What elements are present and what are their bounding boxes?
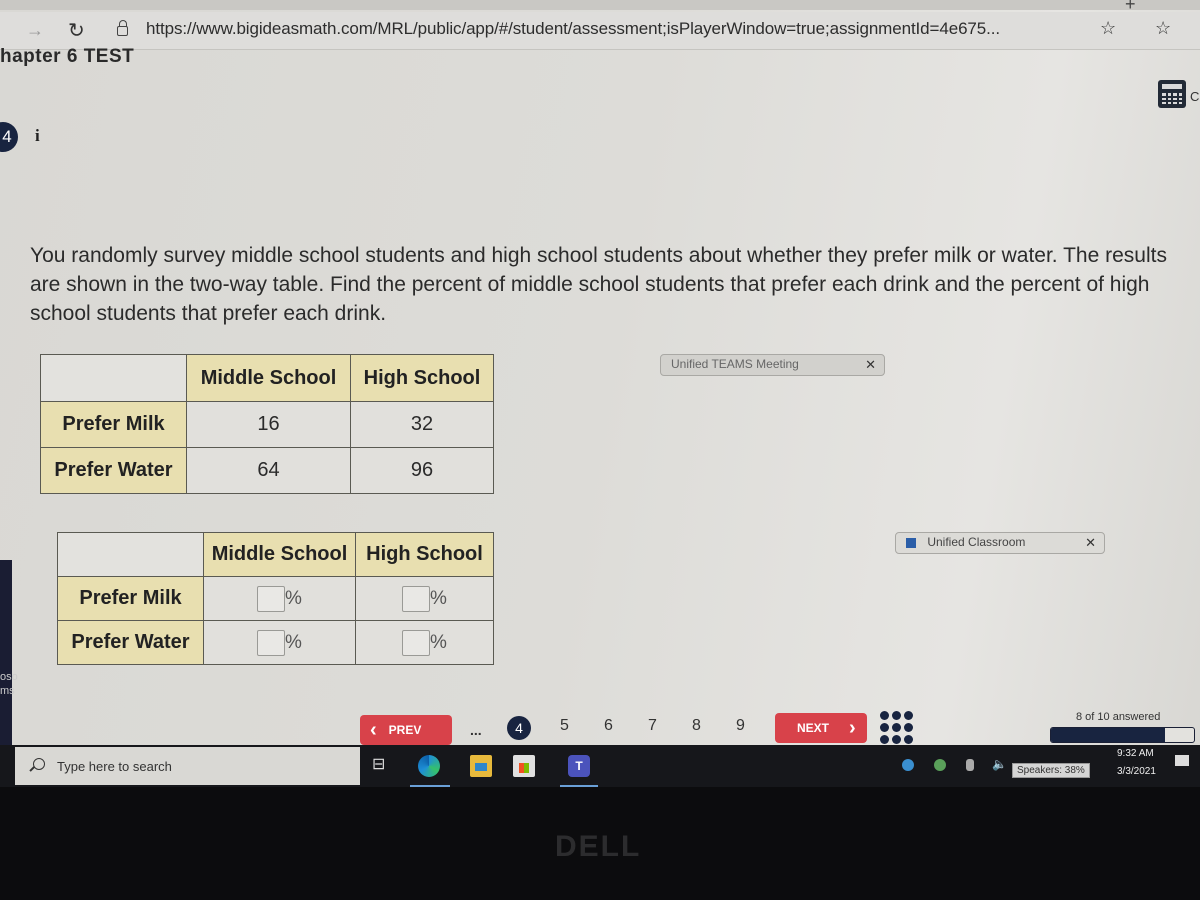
given-two-way-table: Middle School High School Prefer Milk 16… (40, 354, 494, 494)
clock-time[interactable]: 9:32 AM (1117, 748, 1154, 759)
task-view-icon[interactable]: ⊟ (372, 754, 394, 776)
percent-sign: % (285, 631, 302, 653)
percent-sign: % (285, 587, 302, 609)
table-corner-cell (40, 354, 187, 402)
search-placeholder: Type here to search (57, 758, 172, 774)
classroom-icon (906, 537, 916, 548)
milk-high-school-percent-input[interactable] (402, 585, 431, 612)
search-icon (33, 758, 45, 770)
row-header: Prefer Milk (57, 576, 204, 621)
water-high-school-percent-input[interactable] (402, 629, 431, 656)
table-cell: % (203, 576, 356, 621)
speakers-tooltip: Speakers: 38% (1012, 763, 1090, 778)
table-row: Prefer Milk % % (57, 576, 494, 621)
column-header: Middle School (186, 354, 351, 402)
table-row: Prefer Milk 16 32 (40, 401, 494, 448)
background-window-edge (0, 560, 12, 760)
percent-sign: % (430, 631, 447, 653)
row-header: Prefer Water (40, 447, 187, 494)
page-link[interactable]: 6 (604, 717, 613, 735)
forward-icon[interactable]: → (26, 20, 44, 41)
chevron-right-icon: › (849, 717, 856, 739)
close-icon[interactable]: ✕ (865, 357, 876, 373)
answered-count: 8 of 10 answered (1076, 711, 1161, 723)
url-field[interactable]: https://www.bigideasmath.com/MRL/public/… (146, 19, 1000, 39)
page-link[interactable]: 7 (648, 717, 657, 735)
table-corner-cell (57, 532, 204, 577)
table-cell: % (203, 620, 356, 665)
notification-icon[interactable] (1175, 755, 1189, 766)
file-explorer-icon[interactable] (470, 755, 492, 777)
tab-teams-meeting[interactable]: Unified TEAMS Meeting ✕ (660, 354, 885, 376)
calculator-icon[interactable] (1158, 80, 1186, 108)
column-header: High School (350, 354, 494, 402)
percent-sign: % (430, 587, 447, 609)
microphone-icon[interactable] (966, 759, 974, 771)
active-app-indicator (560, 785, 598, 787)
more-pages-ellipsis[interactable]: ... (470, 722, 482, 738)
page-link[interactable]: 8 (692, 717, 701, 735)
row-header: Prefer Milk (40, 401, 187, 448)
question-grid-menu-icon[interactable] (880, 711, 913, 744)
favorites-icon[interactable]: ☆ (1155, 18, 1171, 39)
row-header: Prefer Water (57, 620, 204, 665)
background-window-text: oso ms (0, 671, 18, 697)
milk-middle-school-percent-input[interactable] (257, 585, 286, 612)
speaker-icon[interactable]: 🔈 (992, 757, 1007, 771)
tab-strip: Unified TEAMS Meeting ✕ Unified Classroo… (0, 0, 1200, 554)
page-current[interactable]: 4 (507, 716, 531, 740)
column-header: High School (355, 532, 494, 577)
page-link[interactable]: 5 (560, 717, 569, 735)
table-row: Prefer Water % % (57, 620, 494, 665)
dell-logo: DELL (555, 830, 642, 863)
prev-button[interactable]: ‹ PREV (360, 715, 452, 745)
active-app-indicator (410, 785, 450, 787)
table-cell: % (355, 576, 494, 621)
table-cell: 64 (186, 447, 351, 494)
address-bar: → ↻ https://www.bigideasmath.com/MRL/pub… (0, 12, 1200, 50)
question-text: You randomly survey middle school studen… (30, 244, 1167, 325)
answer-two-way-table: Middle School High School Prefer Milk % … (57, 532, 494, 665)
prev-label: PREV (388, 723, 422, 737)
tab-label: Unified TEAMS Meeting (671, 357, 799, 371)
table-cell: 16 (186, 401, 351, 448)
table-cell: % (355, 620, 494, 665)
water-middle-school-percent-input[interactable] (257, 629, 286, 656)
table-cell: 32 (350, 401, 494, 448)
page-link[interactable]: 9 (736, 717, 745, 735)
table-cell: 96 (350, 447, 494, 494)
store-icon[interactable] (513, 755, 535, 777)
tab-unified-classroom[interactable]: Unified Classroom ✕ (895, 532, 1105, 554)
lock-icon[interactable] (117, 20, 128, 36)
clock-date[interactable]: 3/3/2021 (1117, 766, 1156, 777)
next-label: NEXT (797, 721, 830, 735)
edge-browser-icon[interactable] (418, 755, 440, 777)
taskbar-search[interactable]: Type here to search (15, 747, 360, 785)
column-header: Middle School (203, 532, 356, 577)
network-icon[interactable] (902, 759, 914, 771)
answered-progress-bar (1050, 727, 1195, 743)
close-icon[interactable]: ✕ (1085, 535, 1096, 551)
chevron-left-icon: ‹ (370, 719, 377, 741)
screen: Unified TEAMS Meeting ✕ Unified Classroo… (0, 0, 1200, 785)
calculator-label: C (1190, 89, 1200, 104)
info-icon[interactable]: i (35, 126, 40, 146)
progress-fill (1051, 728, 1166, 742)
page-title: hapter 6 TEST (0, 46, 135, 67)
add-favorite-icon[interactable]: ☆ (1100, 18, 1116, 39)
reload-icon[interactable]: ↻ (68, 18, 85, 43)
security-icon[interactable] (934, 759, 946, 771)
next-button[interactable]: NEXT › (775, 713, 867, 743)
teams-icon[interactable]: T (568, 755, 590, 777)
table-row: Prefer Water 64 96 (40, 447, 494, 494)
tab-label: Unified Classroom (927, 535, 1026, 549)
question-number-badge: 4 (0, 122, 18, 152)
